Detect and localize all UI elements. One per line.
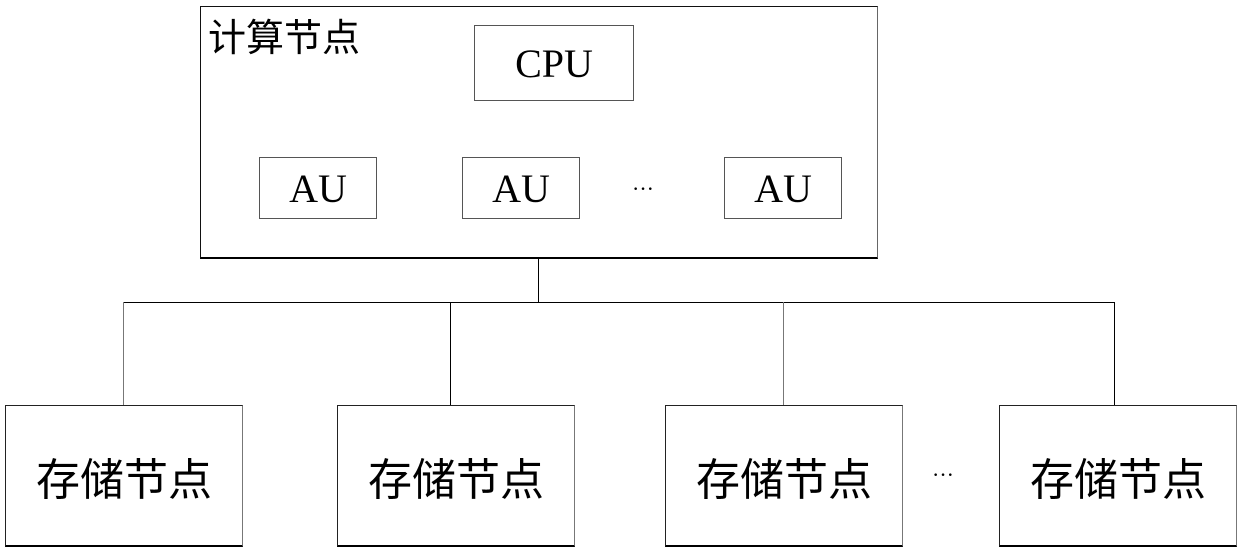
storage-ellipsis: ··· xyxy=(932,462,954,487)
au-ellipsis: ··· xyxy=(632,176,654,201)
au-label: AU xyxy=(754,165,812,211)
branch-line xyxy=(1114,302,1115,405)
branch-line xyxy=(450,302,451,405)
storage-node-label: 存储节点 xyxy=(36,455,212,505)
storage-node-label: 存储节点 xyxy=(696,455,872,505)
cpu-box: CPU xyxy=(474,25,634,101)
compute-node-title: 计算节点 xyxy=(208,18,361,60)
bus-line xyxy=(123,302,1115,303)
au-label: AU xyxy=(492,165,550,211)
branch-line xyxy=(783,302,784,405)
au-box: AU xyxy=(724,157,842,219)
storage-node-box: 存储节点 xyxy=(999,405,1237,547)
cpu-label: CPU xyxy=(515,40,593,86)
storage-node-box: 存储节点 xyxy=(5,405,243,547)
storage-node-label: 存储节点 xyxy=(368,455,544,505)
au-box: AU xyxy=(259,157,377,219)
au-label: AU xyxy=(289,165,347,211)
storage-node-box: 存储节点 xyxy=(337,405,575,547)
storage-node-label: 存储节点 xyxy=(1030,455,1206,505)
storage-node-box: 存储节点 xyxy=(665,405,903,547)
compute-trunk-line xyxy=(538,258,539,302)
au-box: AU xyxy=(462,157,580,219)
branch-line xyxy=(123,302,124,405)
